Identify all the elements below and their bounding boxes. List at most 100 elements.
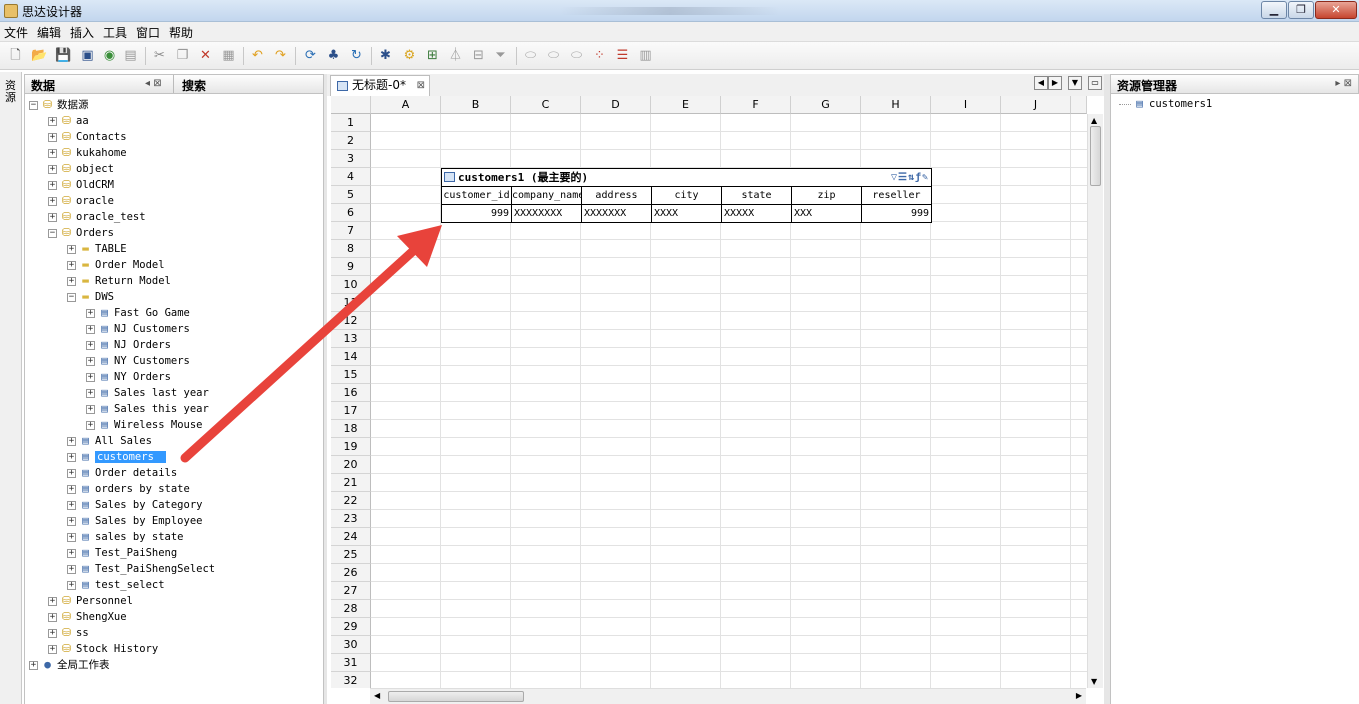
column-header[interactable]: F [721,96,791,114]
tree-node[interactable]: + ▤ Wireless Mouse [86,417,203,433]
row-header[interactable]: 30 [331,636,371,654]
row-header[interactable]: 22 [331,492,371,510]
column-header[interactable]: J [1001,96,1071,114]
restore-button[interactable]: ❐ [1288,1,1314,19]
column-header[interactable]: H [861,96,931,114]
redo-icon[interactable]: ↷ [272,47,289,64]
collapse-icon[interactable]: − [67,292,76,302]
row-header[interactable]: 14 [331,348,371,366]
row-header[interactable]: 31 [331,654,371,672]
refresh-icon[interactable]: ⟳ [302,47,319,64]
tree-node[interactable]: + ⛁ OldCRM [48,177,114,193]
tree-node[interactable]: + ▬ Order Model [67,257,165,273]
table-header[interactable]: address [582,187,652,205]
row-header[interactable]: 11 [331,294,371,312]
expand-icon[interactable]: + [48,212,57,222]
scroll-up-icon[interactable]: ▲ [1091,116,1097,125]
tab-data[interactable]: 数据 [31,77,55,94]
vertical-scrollbar[interactable]: ▲ ▼ [1087,114,1103,688]
tree-node[interactable]: + ▤ NJ Customers [86,321,190,337]
table-cell[interactable]: XXXX [652,205,722,223]
tree-node[interactable]: + ▤ Test_PaiSheng [67,545,177,561]
tree-node[interactable]: + ⛁ oracle [48,193,114,209]
menu-edit[interactable]: 编辑 [37,24,61,41]
row-header[interactable]: 17 [331,402,371,420]
copy-icon[interactable]: ❐ [174,47,191,64]
tree-node[interactable]: + ▤ Sales by Category [67,497,202,513]
join-icon[interactable]: ⬭ [568,47,585,64]
expand-icon[interactable]: + [48,644,57,654]
row-header[interactable]: 3 [331,150,371,168]
row-header[interactable]: 26 [331,564,371,582]
tree-node[interactable]: + ▤ sales by state [67,529,184,545]
tree-node[interactable]: + ⛁ object [48,161,114,177]
tree-node[interactable]: + ⛁ Stock History [48,641,158,657]
cut-icon[interactable]: ✂ [151,47,168,64]
merge-icon[interactable]: ⬭ [522,47,539,64]
tree-node[interactable]: + ▤ customers [67,449,166,465]
data-table-tools-icon[interactable]: ▽☰⇅ƒ✎ [891,169,929,187]
tab-scroll-left-icon[interactable]: ◀ [1034,76,1048,90]
row-header[interactable]: 12 [331,312,371,330]
tree-node[interactable]: + ▤ NY Orders [86,369,171,385]
tree-node[interactable]: + ▤ orders by state [67,481,190,497]
tab-untitled-document[interactable]: 无标题-0* ⊠ [330,75,430,96]
row-header[interactable]: 28 [331,600,371,618]
expand-icon[interactable]: + [48,628,57,638]
close-tab-icon[interactable]: ⊠ [417,76,425,95]
expand-icon[interactable]: + [48,196,57,206]
expand-icon[interactable]: + [86,340,95,350]
expand-icon[interactable]: + [67,452,76,462]
tree-node[interactable]: + ▤ Sales this year [86,401,209,417]
expand-icon[interactable]: + [67,244,76,254]
expand-icon[interactable]: + [67,564,76,574]
column-header[interactable]: E [651,96,721,114]
save-icon[interactable]: 💾 [55,47,72,64]
tree-node[interactable]: + ⛁ Contacts [48,129,127,145]
expand-icon[interactable]: + [29,660,38,670]
print-icon[interactable]: ▤ [122,47,139,64]
expand-icon[interactable]: + [67,484,76,494]
customers-data-table[interactable]: customers1 (最主要的) ▽☰⇅ƒ✎ customer_id comp… [441,168,932,223]
tree-node[interactable]: − ⛁ 数据源 [29,97,89,113]
formula-icon[interactable]: ⊟ [470,47,487,64]
tree-view-icon[interactable]: ♣ [325,47,342,64]
column-header[interactable]: B [441,96,511,114]
row-header[interactable]: 19 [331,438,371,456]
collapse-icon[interactable]: − [29,100,38,110]
row-header[interactable]: 27 [331,582,371,600]
row-header[interactable]: 15 [331,366,371,384]
export-icon[interactable]: ◉ [101,47,118,64]
tree-node[interactable]: + ▤ NJ Orders [86,337,171,353]
row-header[interactable]: 25 [331,546,371,564]
new-file-icon[interactable]: 🗋 [7,47,24,64]
table-header[interactable]: customer_id [442,187,512,205]
tree-node[interactable]: + ⛁ ss [48,625,89,641]
expand-icon[interactable]: + [67,468,76,478]
expand-icon[interactable]: + [48,164,57,174]
menu-file[interactable]: 文件 [4,24,28,41]
column-header[interactable]: I [931,96,1001,114]
tree-node[interactable]: − ⛁ Orders [48,225,114,241]
column-icon[interactable]: ▥ [637,47,654,64]
tree-node[interactable]: + ▤ Sales by Employee [67,513,202,529]
left-splitter[interactable] [324,74,327,704]
row-header[interactable]: 24 [331,528,371,546]
tab-list-icon[interactable]: ▼ [1068,76,1082,90]
collapse-icon[interactable]: − [48,228,57,238]
resources-strip-label[interactable]: 资源 [5,80,17,104]
menu-tools[interactable]: 工具 [103,24,127,41]
row-header[interactable]: 1 [331,114,371,132]
row-header[interactable]: 21 [331,474,371,492]
row-header[interactable]: 16 [331,384,371,402]
expand-icon[interactable]: + [67,580,76,590]
column-header[interactable]: A [371,96,441,114]
expand-icon[interactable]: + [67,500,76,510]
row-header[interactable]: 18 [331,420,371,438]
wizard-icon[interactable]: ✱ [377,47,394,64]
tree-node[interactable]: + ⛁ ShengXue [48,609,127,625]
row-header[interactable]: 5 [331,186,371,204]
datasource-icon[interactable]: ⚙ [401,47,418,64]
table-header[interactable]: company_name [512,187,582,205]
tree-node[interactable]: + ▤ All Sales [67,433,152,449]
